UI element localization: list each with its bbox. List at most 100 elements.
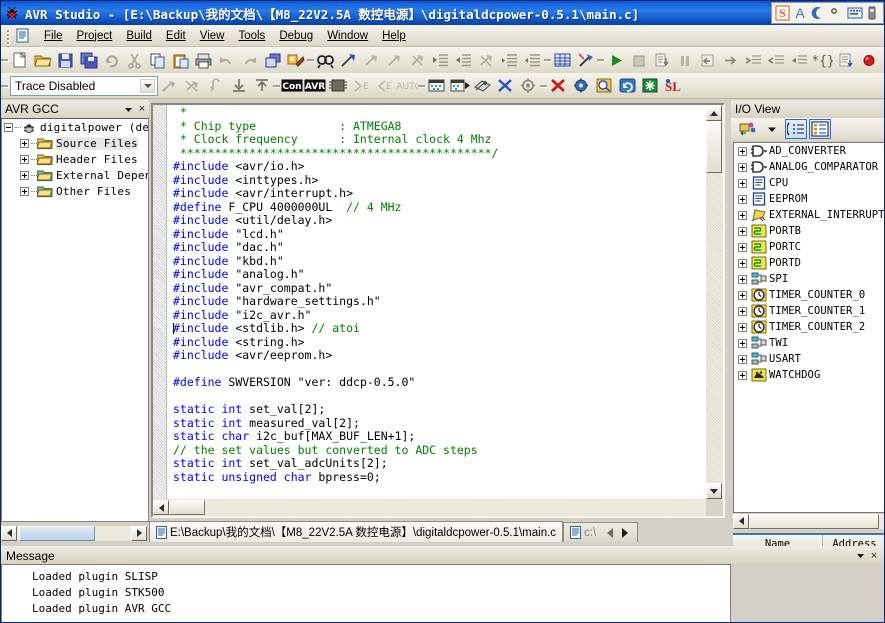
- run-to-cursor-icon[interactable]: [788, 49, 811, 71]
- io-tree-item-portd[interactable]: PORTD: [734, 255, 884, 271]
- pause-icon[interactable]: [673, 49, 696, 71]
- expand-expander[interactable]: [738, 338, 747, 348]
- expand-expander[interactable]: [20, 154, 29, 164]
- breakpoints-icon[interactable]: [880, 49, 884, 71]
- expand-expander[interactable]: [738, 322, 747, 332]
- undo-icon[interactable]: [215, 49, 238, 71]
- tab-main-c[interactable]: E:\Backup\我的文档\【M8_22V2.5A 数控电源】\digital…: [149, 521, 564, 542]
- expand-expander[interactable]: [20, 170, 29, 180]
- download-icon[interactable]: [471, 75, 494, 97]
- settings-icon[interactable]: [517, 75, 540, 97]
- detail-list-icon[interactable]: [809, 119, 831, 139]
- letter-a-icon[interactable]: A: [793, 5, 808, 22]
- scroll-track[interactable]: [749, 513, 884, 529]
- find-icon[interactable]: [314, 49, 337, 71]
- tree-item-header-files[interactable]: Header Files: [2, 151, 148, 167]
- menu-file[interactable]: File: [37, 28, 70, 44]
- scroll-down-arrow[interactable]: [706, 483, 722, 499]
- save-icon[interactable]: [54, 49, 77, 71]
- editor-hscrollbar[interactable]: [153, 499, 706, 516]
- io-view-hscrollbar[interactable]: [733, 513, 884, 529]
- toolbar-drag-handle[interactable]: [1, 50, 9, 70]
- program-icon[interactable]: [425, 75, 448, 97]
- magnifier-icon[interactable]: [593, 75, 616, 97]
- indent-icon[interactable]: [429, 49, 452, 71]
- scroll-up-arrow[interactable]: [706, 105, 722, 121]
- source-editor[interactable]: * * Chip type : ATMEGA8 * Clock frequenc…: [151, 103, 725, 518]
- outdent-icon[interactable]: [452, 49, 475, 71]
- close-icon[interactable]: ×: [867, 549, 881, 563]
- project-tree[interactable]: digitalpower (defa Source Files: [1, 118, 149, 522]
- bookmark-icon[interactable]: [337, 49, 360, 71]
- menu-build[interactable]: Build: [119, 28, 159, 44]
- expand-expander[interactable]: [738, 370, 747, 380]
- stop-icon[interactable]: [627, 49, 650, 71]
- chevron-down-icon[interactable]: [121, 102, 135, 116]
- tree-item-external-dependencies[interactable]: External Depend: [2, 167, 148, 183]
- step-forward-icon[interactable]: [719, 49, 742, 71]
- io-view-icon[interactable]: [551, 49, 574, 71]
- scroll-track-horizontal[interactable]: [169, 500, 706, 515]
- io-tree-item-external_interrupt[interactable]: EXTERNAL_INTERRUPT: [734, 207, 884, 223]
- trace-stop-icon[interactable]: [181, 75, 204, 97]
- expand-expander[interactable]: [738, 242, 747, 252]
- menu-edit[interactable]: Edit: [159, 28, 193, 44]
- build-project-icon[interactable]: [284, 49, 307, 71]
- step-into-icon[interactable]: [742, 49, 765, 71]
- scroll-track[interactable]: [17, 525, 131, 541]
- run-icon[interactable]: [604, 49, 627, 71]
- tab-c-drive[interactable]: c:\: [563, 522, 639, 542]
- chevron-down-icon[interactable]: [761, 119, 783, 139]
- io-tree-item-usart[interactable]: USART: [734, 351, 884, 367]
- trace-up-icon[interactable]: [250, 75, 273, 97]
- scroll-thumb[interactable]: [749, 513, 879, 529]
- menu-view[interactable]: View: [193, 28, 232, 44]
- io-tree-item-spi[interactable]: SPI: [734, 271, 884, 287]
- step-back-icon[interactable]: [696, 49, 719, 71]
- message-output[interactable]: Loaded plugin SLISP Loaded plugin STK500 L…: [1, 564, 731, 622]
- menu-window[interactable]: Window: [320, 28, 375, 44]
- chevron-down-icon[interactable]: [140, 78, 155, 93]
- io-tree-item-eeprom[interactable]: EEPROM: [734, 191, 884, 207]
- project-panel-hscrollbar[interactable]: [1, 524, 147, 542]
- io-tree-item-analog_comparator[interactable]: ANALOG_COMPARATOR: [734, 159, 884, 175]
- tree-item-other-files[interactable]: Other Files: [2, 183, 148, 199]
- auto-icon[interactable]: AUTO: [395, 75, 418, 97]
- copy-window-icon[interactable]: [261, 49, 284, 71]
- uncomment-icon[interactable]: [498, 49, 521, 71]
- scroll-left-arrow[interactable]: [153, 500, 169, 515]
- sogou-s-icon[interactable]: S: [775, 5, 790, 22]
- copy-icon[interactable]: [146, 49, 169, 71]
- comment-icon[interactable]: [475, 49, 498, 71]
- cut-icon[interactable]: [123, 49, 146, 71]
- chevron-down-icon[interactable]: [853, 549, 867, 563]
- program-run-icon[interactable]: [448, 75, 471, 97]
- io-tree-item-watchdog[interactable]: WATCHDOG: [734, 367, 884, 383]
- tree-item-source-files[interactable]: Source Files: [2, 135, 148, 151]
- breakpoint-icon[interactable]: [857, 49, 880, 71]
- gear-blue-icon[interactable]: [570, 75, 593, 97]
- expand-expander[interactable]: [738, 162, 747, 172]
- print-icon[interactable]: [192, 49, 215, 71]
- trace-down-icon[interactable]: [227, 75, 250, 97]
- show-next-statement-icon[interactable]: [834, 49, 857, 71]
- scroll-thumb-vertical[interactable]: [706, 121, 722, 173]
- open-folder-icon[interactable]: [31, 49, 54, 71]
- snowflake-icon[interactable]: [639, 75, 662, 97]
- collapse-expander[interactable]: [4, 122, 13, 132]
- toolbox-icon[interactable]: [865, 5, 880, 22]
- tab-nav-buttons[interactable]: [599, 526, 631, 540]
- expand-expander[interactable]: [738, 274, 747, 284]
- expand-expander[interactable]: [738, 306, 747, 316]
- refresh-icon[interactable]: [100, 49, 123, 71]
- expand-expander[interactable]: [738, 178, 747, 188]
- avr-icon[interactable]: AVR: [303, 75, 326, 97]
- tab-prev-icon[interactable]: [603, 526, 616, 540]
- io-tree-item-twi[interactable]: TWI: [734, 335, 884, 351]
- expand-expander[interactable]: [20, 186, 29, 196]
- expand-expander[interactable]: [20, 138, 29, 148]
- menu-project[interactable]: Project: [70, 28, 120, 44]
- io-tree-item-portc[interactable]: PORTC: [734, 239, 884, 255]
- io-register-tree[interactable]: AD_CONVERTER ANALOG_COMPARATOR CPU EEPROM EX…: [733, 142, 884, 513]
- editor-vscrollbar[interactable]: [706, 105, 723, 499]
